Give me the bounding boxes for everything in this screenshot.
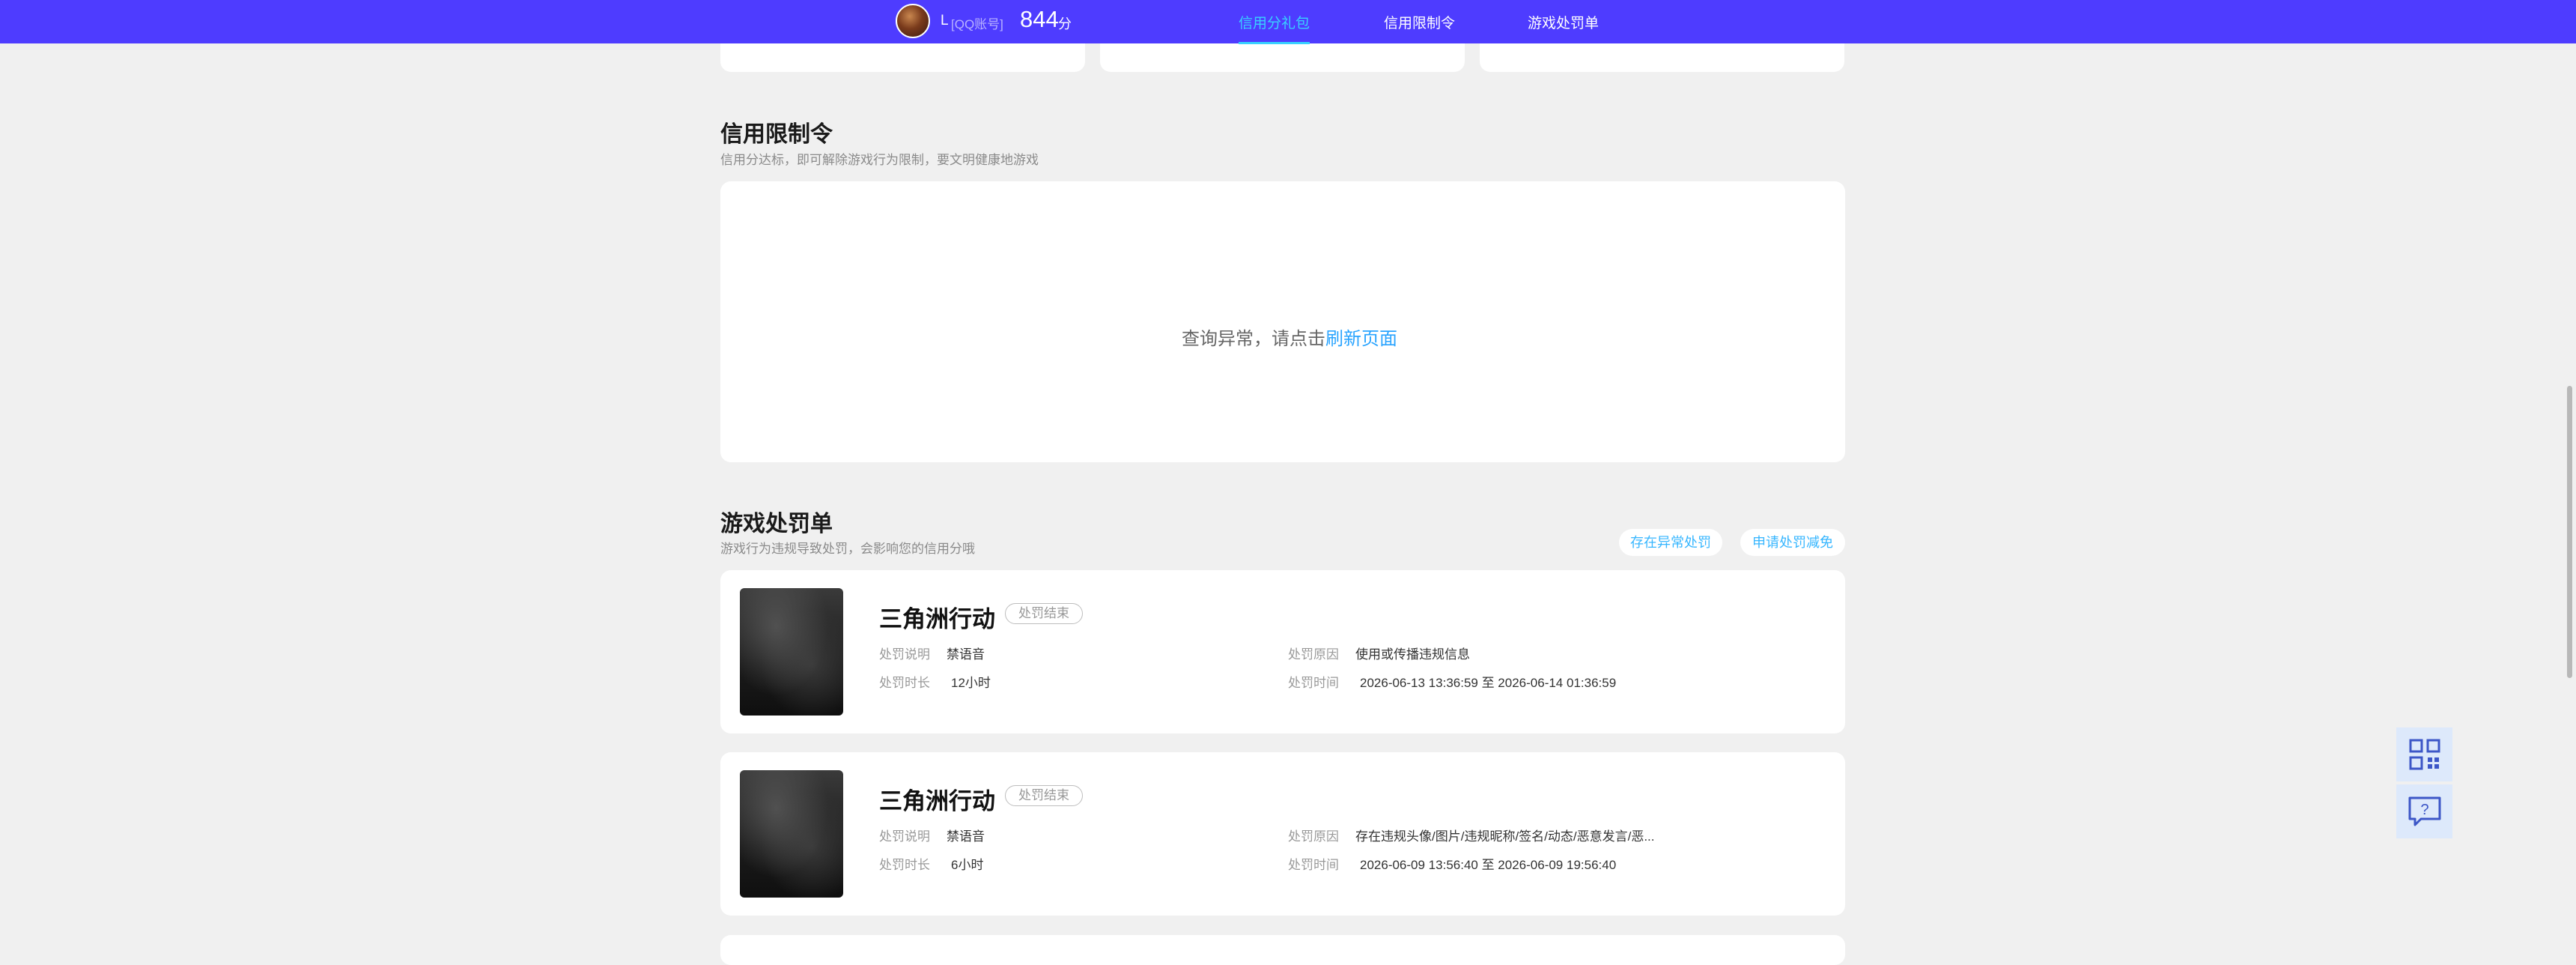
penalty-explain-value: 禁语音: [947, 829, 985, 844]
restriction-section-title: 信用限制令: [720, 122, 833, 147]
penalty-explain-label: 处罚说明: [879, 829, 930, 844]
penalty-explain-label: 处罚说明: [879, 647, 930, 662]
game-cover-image: [740, 588, 843, 716]
tab-game-penalty[interactable]: 游戏处罚单: [1528, 12, 1599, 32]
tab-credit-gift[interactable]: 信用分礼包: [1239, 12, 1310, 44]
penalty-duration-label: 处罚时长: [879, 676, 930, 690]
penalty-duration-value: 12小时: [951, 676, 991, 690]
penalty-duration-label: 处罚时长: [879, 858, 930, 872]
penalty-status-badge: 处罚结束: [1005, 603, 1083, 624]
penalty-status-badge: 处罚结束: [1005, 785, 1083, 806]
refresh-page-link[interactable]: 刷新页面: [1325, 329, 1397, 349]
query-error-message: 查询异常，请点击刷新页面: [1182, 324, 1397, 350]
penalty-time-label: 处罚时间: [1288, 676, 1339, 690]
user-name: L: [941, 13, 949, 28]
help-chat-button[interactable]: ?: [2396, 784, 2452, 838]
game-name: 三角洲行动: [879, 788, 995, 814]
penalty-time-label: 处罚时间: [1288, 858, 1339, 872]
apply-penalty-reduction-button[interactable]: 申请处罚减免: [1740, 529, 1845, 556]
penalty-duration-value: 6小时: [951, 858, 984, 872]
credit-score-unit: 分: [1058, 16, 1072, 31]
penalty-time-value: 2026-06-09 13:56:40 至 2026-06-09 19:56:4…: [1360, 858, 1617, 872]
avatar[interactable]: [896, 4, 930, 38]
qr-code-button[interactable]: [2396, 727, 2452, 781]
qr-code-icon: [2409, 739, 2440, 770]
tab-credit-restriction[interactable]: 信用限制令: [1384, 12, 1455, 32]
penalty-reason-value: 存在违规头像/图片/违规昵称/签名/动态/恶意发言/恶...: [1355, 829, 1655, 844]
game-cover-image: [740, 770, 843, 898]
restriction-card: 查询异常，请点击刷新页面: [720, 181, 1845, 462]
penalty-record-card: [720, 935, 1845, 965]
penalty-reason-label: 处罚原因: [1288, 647, 1339, 662]
help-chat-icon: ?: [2408, 796, 2440, 826]
svg-text:?: ?: [2420, 802, 2428, 818]
penalty-record-card: 三角洲行动 处罚结束 处罚说明 禁语音 处罚时长 6小时 处罚原因 存在违规头像…: [720, 752, 1845, 916]
restriction-section-desc: 信用分达标，即可解除游戏行为限制，要文明健康地游戏: [720, 153, 1039, 167]
query-error-text: 查询异常，请点击: [1182, 329, 1325, 349]
penalty-section-title: 游戏处罚单: [720, 512, 833, 536]
penalty-time-value: 2026-06-13 13:36:59 至 2026-06-14 01:36:5…: [1360, 676, 1617, 690]
penalty-explain-value: 禁语音: [947, 647, 985, 662]
abnormal-penalty-button[interactable]: 存在异常处罚: [1619, 529, 1722, 556]
game-name: 三角洲行动: [879, 606, 995, 632]
penalty-reason-label: 处罚原因: [1288, 829, 1339, 844]
vertical-scrollbar-thumb[interactable]: [2567, 386, 2572, 678]
penalty-reason-value: 使用或传播违规信息: [1355, 647, 1470, 662]
top-nav-bar: L [QQ账号] 844 分 信用分礼包 信用限制令 游戏处罚单: [0, 0, 2576, 44]
account-type-label: [QQ账号]: [951, 17, 1003, 31]
credit-score-value: 844: [1020, 6, 1059, 32]
penalty-section-desc: 游戏行为违规导致处罚，会影响您的信用分哦: [720, 542, 975, 556]
penalty-record-card: 三角洲行动 处罚结束 处罚说明 禁语音 处罚时长 12小时 处罚原因 使用或传播…: [720, 570, 1845, 733]
